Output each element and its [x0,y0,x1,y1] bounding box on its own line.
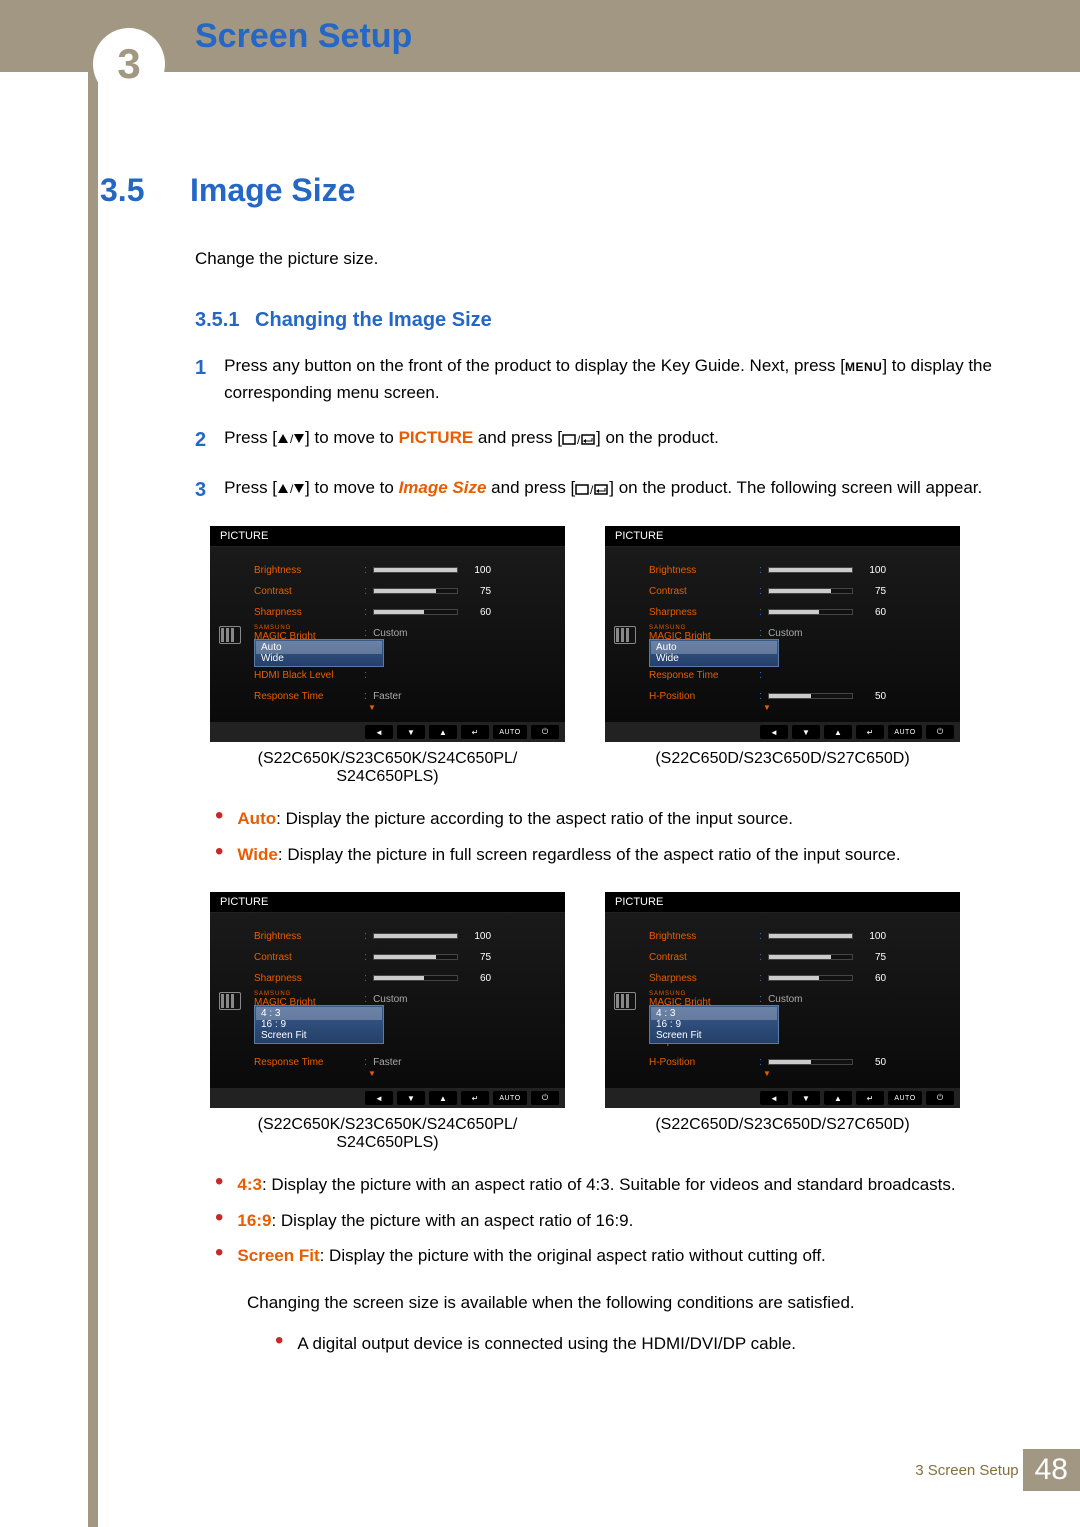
bullet-icon: • [215,840,223,868]
step-1: 1 Press any button on the front of the p… [195,352,1020,406]
up-icon: ▲ [824,725,852,739]
page-number: 48 [1023,1449,1080,1491]
tab-icon [614,992,636,1010]
rect-enter-icon: / [575,483,609,495]
tab-icon [219,992,241,1010]
power-icon: ⏻ [926,725,954,739]
tab-icon [219,626,241,644]
svg-text:/: / [577,433,581,445]
osd-footer: ◄ ▼ ▲ ↵ AUTO ⏻ [605,722,960,742]
down-icon: ▼ [792,725,820,739]
osd-panel-k-43: PICTURE Brightness:100 Contrast:75 Sharp… [210,892,565,1108]
step-number: 2 [195,424,206,456]
osd-row-2: PICTURE Brightness:100 Contrast:75 Sharp… [195,892,1020,1152]
bullet-icon: • [215,1241,223,1269]
step-3: 3 Press [/] to move to Image Size and pr… [195,474,1020,506]
section-title: Image Size [190,172,355,209]
chapter-title: Screen Setup [195,17,412,56]
osd-title: PICTURE [605,526,960,547]
osd-footer: ◄ ▼ ▲ ↵ AUTO ⏻ [210,1088,565,1108]
osd-dropdown-auto: Auto Wide [254,639,384,667]
rect-enter-icon: / [562,433,596,445]
scroll-down-icon: ▼ [368,1069,376,1078]
subsection-heading: 3.5.1 Changing the Image Size [195,309,1020,332]
left-icon: ◄ [365,725,393,739]
bullet-icon: • [275,1329,283,1357]
step-number: 3 [195,474,206,506]
osd-title: PICTURE [210,526,565,547]
osd-caption: (S22C650K/S23C650K/S24C650PL/S24C650PLS) [210,750,565,786]
osd-title: PICTURE [210,892,565,913]
subsection-number: 3.5.1 [195,309,239,331]
osd-panel-d-auto: PICTURE Brightness:100 Contrast:75 Sharp… [605,526,960,742]
down-icon: ▼ [397,725,425,739]
imagesize-keyword: Image Size [399,478,487,497]
down-icon: ▼ [397,1091,425,1105]
bullet-list-1: •Auto: Display the picture according to … [215,806,1020,867]
left-icon: ◄ [760,725,788,739]
step-2: 2 Press [/] to move to PICTURE and press… [195,424,1020,456]
osd-panel-d-43: PICTURE Brightness:100 Contrast:75 Sharp… [605,892,960,1108]
up-down-icon: / [277,483,305,495]
bullet-icon: • [215,804,223,832]
section-heading: 3.5 Image Size [100,172,1020,209]
up-down-icon: / [277,433,305,445]
bullet-icon: • [215,1206,223,1234]
step-text: Press [/] to move to PICTURE and press [… [224,424,1020,456]
osd-title: PICTURE [605,892,960,913]
auto-button: AUTO [493,725,527,739]
page-footer: 3 Screen Setup 48 [0,1441,1080,1491]
svg-text:/: / [290,433,294,445]
enter-icon: ↵ [856,1091,884,1105]
osd-dropdown-auto: Auto Wide [649,639,779,667]
scroll-down-icon: ▼ [763,703,771,712]
osd-caption: (S22C650D/S23C650D/S27C650D) [605,1116,960,1134]
menu-keyword: MENU [845,360,882,374]
power-icon: ⏻ [531,1091,559,1105]
osd-footer: ◄ ▼ ▲ ↵ AUTO ⏻ [210,722,565,742]
picture-keyword: PICTURE [399,428,474,447]
bullet-list-2: •4:3: Display the picture with an aspect… [215,1172,1020,1356]
scroll-down-icon: ▼ [368,703,376,712]
osd-dropdown-43: 4 : 3 16 : 9 Screen Fit [649,1005,779,1044]
svg-text:/: / [590,483,594,495]
step-text: Press [/] to move to Image Size and pres… [224,474,1020,506]
power-icon: ⏻ [926,1091,954,1105]
up-icon: ▲ [429,725,457,739]
auto-button: AUTO [888,1091,922,1105]
tab-icon [614,626,636,644]
down-icon: ▼ [792,1091,820,1105]
enter-icon: ↵ [461,725,489,739]
osd-panel-k-auto: PICTURE Brightness:100 Contrast:75 Sharp… [210,526,565,742]
step-text: Press any button on the front of the pro… [224,352,1020,406]
auto-button: AUTO [493,1091,527,1105]
section-number: 3.5 [100,172,160,209]
auto-button: AUTO [888,725,922,739]
section-description: Change the picture size. [195,249,1020,269]
scroll-down-icon: ▼ [763,1069,771,1078]
osd-footer: ◄ ▼ ▲ ↵ AUTO ⏻ [605,1088,960,1108]
side-rail [88,0,98,1527]
condition-text: Changing the screen size is available wh… [247,1293,1020,1313]
svg-text:/: / [290,483,294,495]
osd-row-1: PICTURE Brightness:100 Contrast:75 Sharp… [195,526,1020,786]
left-icon: ◄ [760,1091,788,1105]
subsection-title: Changing the Image Size [255,309,492,331]
enter-icon: ↵ [856,725,884,739]
osd-dropdown-43: 4 : 3 16 : 9 Screen Fit [254,1005,384,1044]
step-number: 1 [195,352,206,406]
osd-caption: (S22C650D/S23C650D/S27C650D) [605,750,960,768]
left-icon: ◄ [365,1091,393,1105]
footer-chapter: 3 Screen Setup [915,1462,1018,1479]
bullet-icon: • [215,1170,223,1198]
enter-icon: ↵ [461,1091,489,1105]
up-icon: ▲ [429,1091,457,1105]
up-icon: ▲ [824,1091,852,1105]
osd-caption: (S22C650K/S23C650K/S24C650PL/S24C650PLS) [210,1116,565,1152]
power-icon: ⏻ [531,725,559,739]
